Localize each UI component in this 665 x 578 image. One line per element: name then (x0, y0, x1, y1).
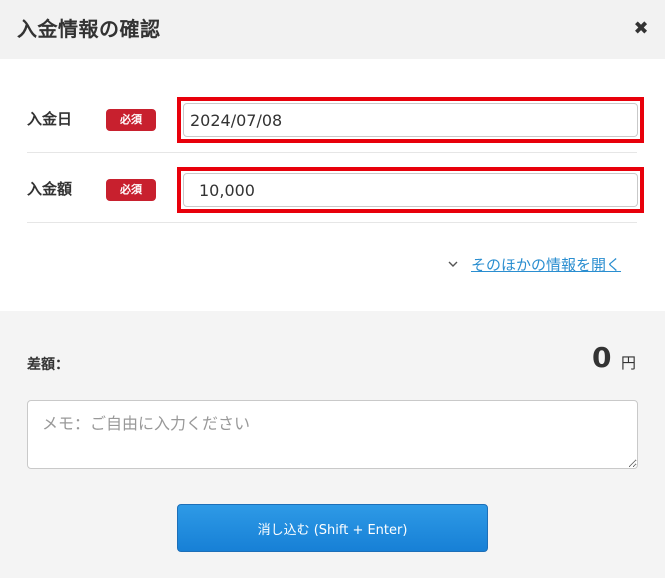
dialog-header: 入金情報の確認 ✖ (0, 0, 665, 59)
form-row-deposit-date: 入金日 必須 (27, 83, 644, 153)
more-info-link[interactable]: そのほかの情報を開く (446, 253, 621, 275)
difference-unit: 円 (621, 354, 637, 372)
highlight-frame (177, 97, 644, 143)
chevron-down-icon (448, 261, 458, 267)
reconcile-submit-button[interactable]: 消し込む (Shift + Enter) (177, 504, 488, 552)
deposit-amount-label: 入金額 (27, 180, 73, 198)
deposit-amount-input[interactable] (183, 173, 638, 207)
required-badge: 必須 (106, 109, 156, 131)
form-row-deposit-amount: 入金額 必須 (27, 153, 644, 223)
close-icon[interactable]: ✖ (632, 18, 650, 40)
more-info-text[interactable]: そのほかの情報を開く (471, 254, 621, 275)
difference-label: 差額： (27, 357, 69, 373)
required-badge: 必須 (106, 179, 156, 201)
deposit-date-label: 入金日 (27, 110, 73, 128)
dialog-title: 入金情報の確認 (17, 17, 161, 41)
highlight-frame (177, 167, 644, 213)
difference-value: 0 (592, 341, 612, 374)
payment-form: 入金日 必須 入金額 必須 そのほかの情報を開く (0, 59, 665, 311)
deposit-date-input[interactable] (183, 103, 638, 137)
memo-textarea[interactable] (27, 400, 638, 469)
